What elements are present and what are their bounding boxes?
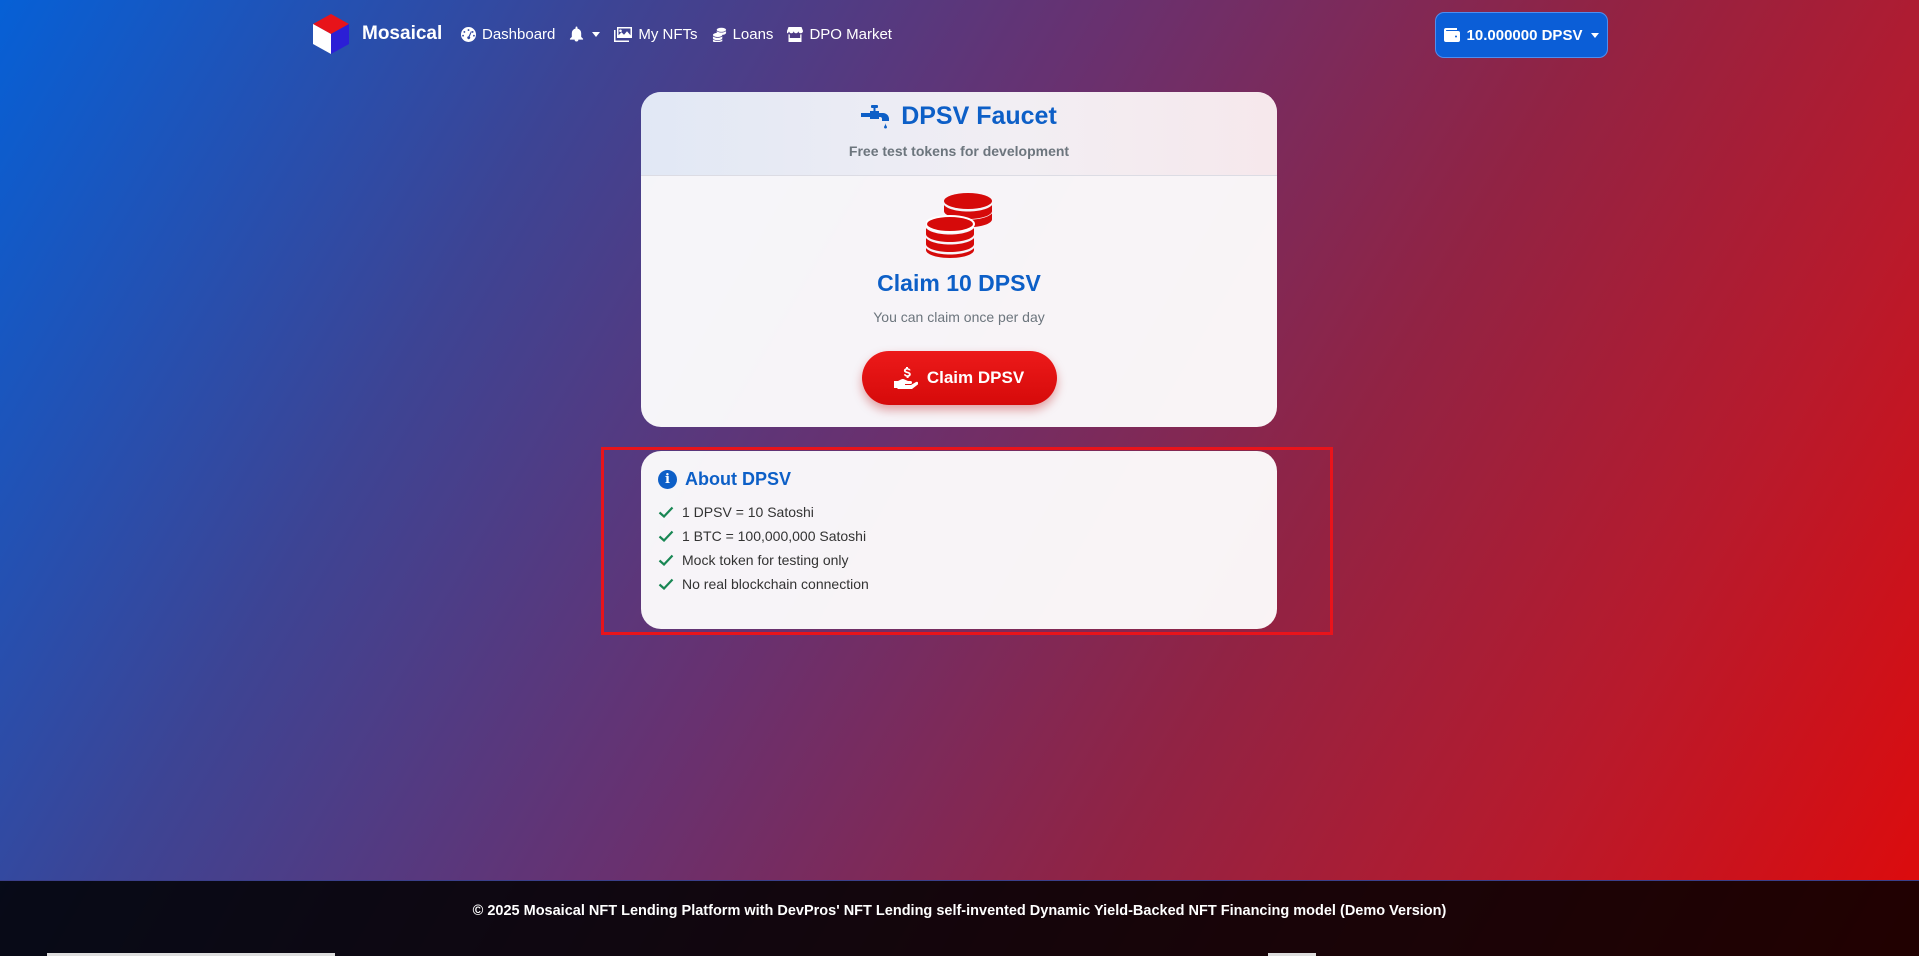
faucet-icon [861,104,890,128]
brand-name: Mosaical [362,23,443,44]
about-item-text: 1 DPSV = 10 Satoshi [682,504,814,520]
claim-heading: Claim 10 DPSV [877,270,1041,296]
footer-copyright: © 2025 Mosaical NFT Lending Platform wit… [472,903,1447,919]
faucet-title: DPSV Faucet [641,92,1277,131]
list-item: 1 BTC = 100,000,000 Satoshi [658,524,1260,548]
notifications-dropdown[interactable] [569,26,601,42]
chevron-down-icon [592,31,601,37]
hand-holding-dollar-icon [893,367,918,389]
brand-link[interactable]: Mosaical [312,14,442,54]
about-card: i About DPSV 1 DPSV = 10 Satoshi 1 BTC =… [641,451,1277,629]
check-icon [658,578,674,590]
wallet-balance-label: 10.000000 DPSV [1466,26,1583,44]
faucet-subtitle: Free test tokens for development [848,143,1070,159]
about-list: 1 DPSV = 10 Satoshi 1 BTC = 100,000,000 … [658,500,1260,596]
faucet-card-header: DPSV Faucet Free test tokens for develop… [641,92,1277,176]
check-icon [658,506,674,518]
about-title: i About DPSV [658,469,1260,490]
claim-note: You can claim once per day [873,309,1045,325]
nav-links: Dashboard My NFTs Loans DPO Market [461,22,906,46]
nav-dashboard[interactable]: Dashboard [461,26,555,43]
list-item: Mock token for testing only [658,548,1260,572]
store-icon [787,26,804,42]
faucet-card: DPSV Faucet Free test tokens for develop… [641,92,1277,427]
wallet-icon [1443,28,1460,42]
check-icon [658,554,674,566]
nav-loans[interactable]: Loans [712,25,774,43]
wallet-balance-dropdown[interactable]: 10.000000 DPSV [1435,12,1608,58]
nav-dashboard-label: Dashboard [482,25,556,43]
dashboard-icon [461,26,476,42]
coins-icon [926,193,992,258]
nav-dpo-market[interactable]: DPO Market [787,26,892,43]
check-icon [658,530,674,542]
bell-icon [570,26,584,42]
images-icon [614,26,633,42]
claim-dpsv-button-label: Claim DPSV [926,368,1025,387]
navbar: Mosaical Dashboard My NFTs Loans DPO Mar… [0,0,1919,70]
chevron-down-icon [1591,32,1600,38]
claim-dpsv-button[interactable]: Claim DPSV [861,351,1057,405]
nav-my-nfts[interactable]: My NFTs [614,25,698,43]
cube-logo-icon [313,14,349,54]
coins-icon [712,27,726,42]
info-circle-icon: i [658,470,677,489]
faucet-title-text: DPSV Faucet [901,102,1057,130]
faucet-card-body: Claim 10 DPSV You can claim once per day… [641,192,1277,405]
nav-my-nfts-label: My NFTs [638,25,698,43]
about-item-text: No real blockchain connection [682,576,869,592]
nav-loans-label: Loans [732,25,774,43]
list-item: No real blockchain connection [658,572,1260,596]
nav-dpo-market-label: DPO Market [809,25,892,43]
list-item: 1 DPSV = 10 Satoshi [658,500,1260,524]
footer: © 2025 Mosaical NFT Lending Platform wit… [0,880,1919,956]
about-title-text: About DPSV [685,469,791,489]
about-item-text: Mock token for testing only [682,552,849,568]
about-item-text: 1 BTC = 100,000,000 Satoshi [682,528,867,544]
